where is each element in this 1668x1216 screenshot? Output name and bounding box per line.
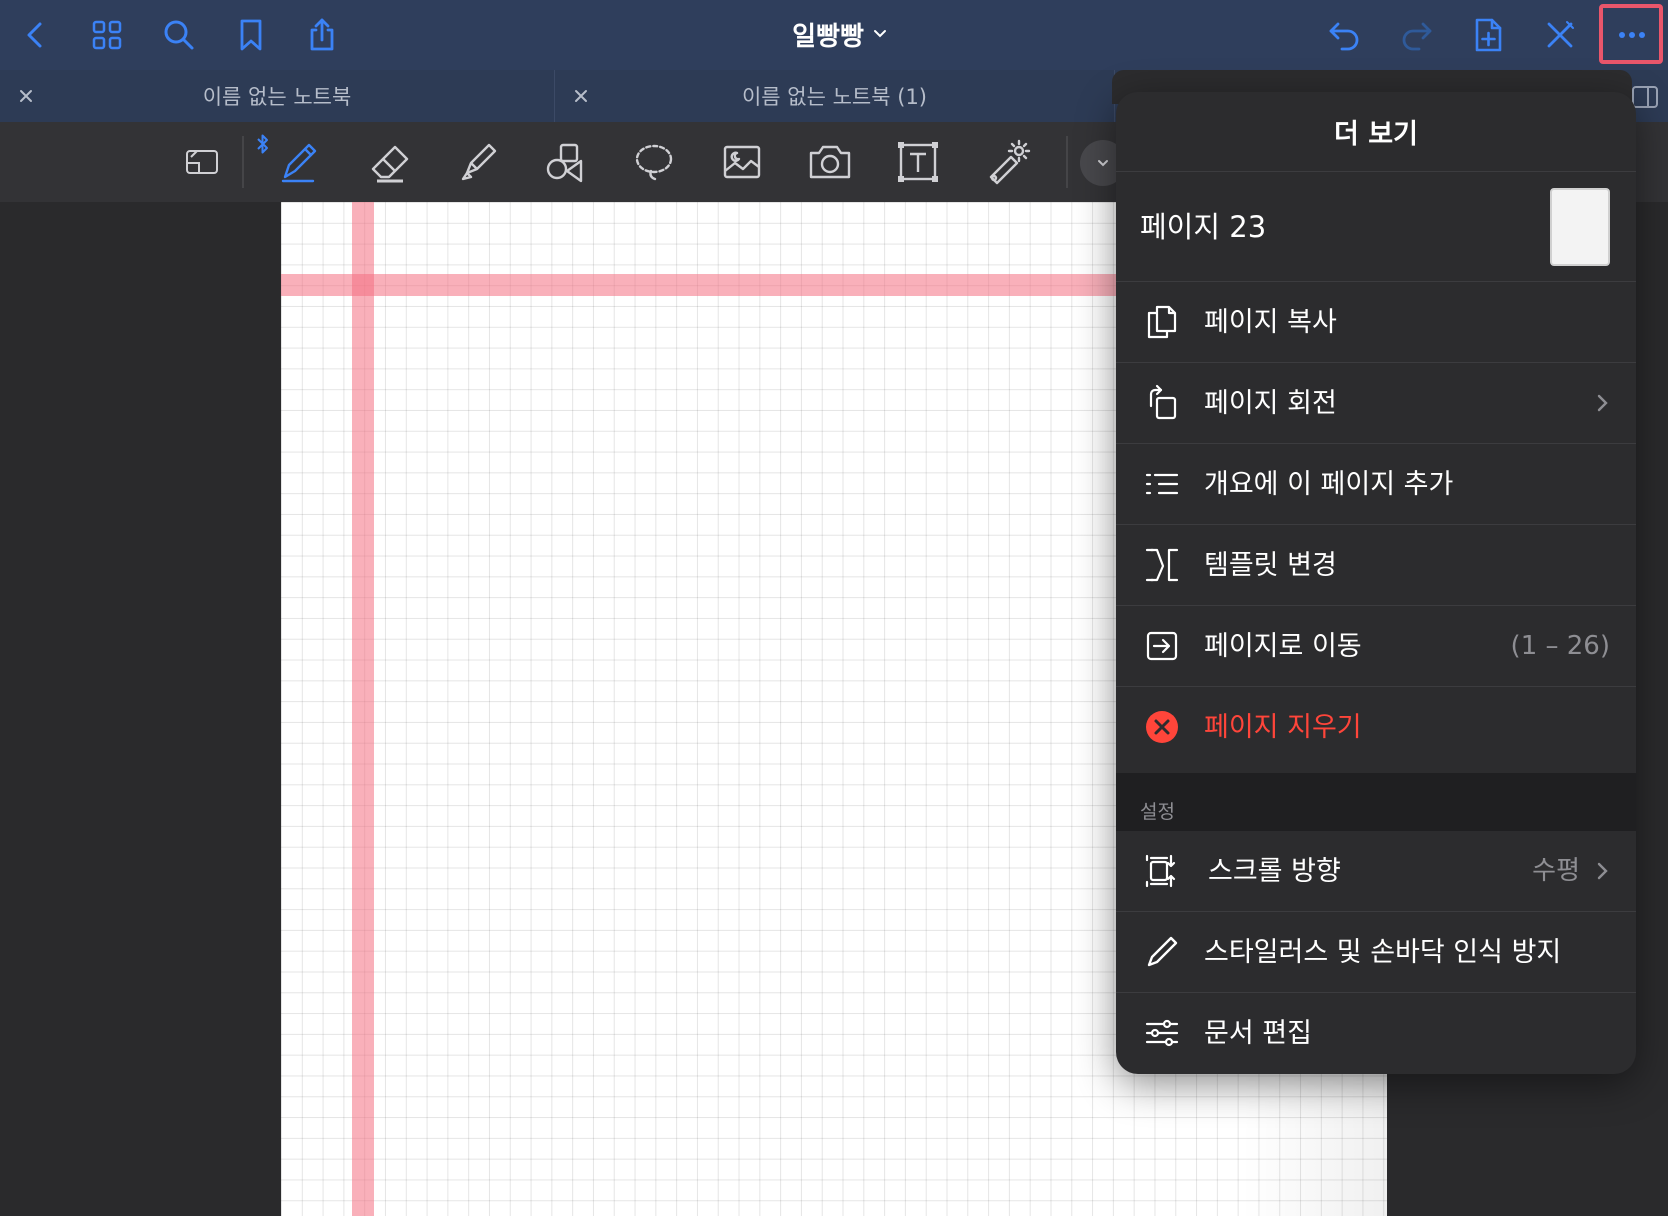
image-icon[interactable] xyxy=(712,134,772,190)
highlighter-icon[interactable] xyxy=(448,134,508,190)
menu-item-delete-page[interactable]: 페이지 지우기 xyxy=(1116,687,1636,768)
menu-item-stylus-palm-rejection[interactable]: 스타일러스 및 손바닥 인식 방지 xyxy=(1116,912,1636,993)
delete-page-icon xyxy=(1142,707,1182,747)
rotate-page-icon xyxy=(1142,383,1182,423)
stylus-icon xyxy=(1142,932,1182,972)
grid-icon[interactable] xyxy=(82,10,132,60)
chevron-down-icon xyxy=(1098,160,1108,167)
tab-label: 이름 없는 노트북 xyxy=(202,85,352,109)
menu-item-label: 개요에 이 페이지 추가 xyxy=(1204,469,1454,500)
sliders-icon xyxy=(1142,1013,1182,1053)
add-page-icon[interactable] xyxy=(1463,10,1513,60)
laser-pointer-icon[interactable] xyxy=(976,134,1036,190)
menu-item-rotate-page[interactable]: 페이지 회전 xyxy=(1116,363,1636,444)
chevron-right-icon xyxy=(1597,394,1608,412)
menu-item-label: 페이지 회전 xyxy=(1204,388,1337,419)
menu-item-scroll-direction[interactable]: 스크롤 방향 수평 xyxy=(1116,831,1636,912)
menu-item-label: 스타일러스 및 손바닥 인식 방지 xyxy=(1204,937,1562,968)
text-icon[interactable] xyxy=(888,134,948,190)
back-icon[interactable] xyxy=(10,10,60,60)
popover-title: 더 보기 xyxy=(1116,92,1636,172)
tab-notebook-2[interactable]: 이름 없는 노트북 (1) xyxy=(555,70,1115,122)
menu-item-go-to-page[interactable]: 페이지로 이동 (1 – 26) xyxy=(1116,606,1636,687)
bookmark-icon[interactable] xyxy=(226,10,276,60)
template-icon xyxy=(1142,545,1182,585)
menu-item-add-to-outline[interactable]: 개요에 이 페이지 추가 xyxy=(1116,444,1636,525)
shapes-icon[interactable] xyxy=(536,134,596,190)
close-icon[interactable] xyxy=(14,84,38,108)
settings-section-header: 설정 xyxy=(1116,773,1636,831)
page-thumbnail xyxy=(1550,188,1610,266)
share-icon[interactable] xyxy=(297,10,347,60)
eraser-icon[interactable] xyxy=(360,134,420,190)
scroll-direction-value: 수평 xyxy=(1532,856,1580,886)
undo-icon[interactable] xyxy=(1320,10,1370,60)
pen-icon[interactable] xyxy=(268,134,328,190)
page-range-detail: (1 – 26) xyxy=(1510,631,1610,661)
zoom-window-icon[interactable] xyxy=(172,134,232,190)
menu-item-change-template[interactable]: 템플릿 변경 xyxy=(1116,525,1636,606)
tab-notebook-1[interactable]: 이름 없는 노트북 xyxy=(0,70,555,122)
menu-item-label: 템플릿 변경 xyxy=(1204,550,1337,581)
scroll-direction-icon xyxy=(1142,851,1182,891)
top-navigation-bar: 일빵빵 xyxy=(0,0,1668,70)
current-page-header: 페이지 23 xyxy=(1116,172,1636,282)
go-to-page-icon xyxy=(1142,626,1182,666)
settings-section-label: 설정 xyxy=(1140,801,1175,823)
menu-item-label: 문서 편집 xyxy=(1204,1018,1312,1049)
outline-list-icon xyxy=(1142,464,1182,504)
close-icon[interactable] xyxy=(569,84,593,108)
close-toolbar-icon[interactable] xyxy=(1535,10,1585,60)
menu-item-label: 스크롤 방향 xyxy=(1208,856,1341,887)
search-icon[interactable] xyxy=(154,10,204,60)
chevron-right-icon xyxy=(1597,862,1608,880)
menu-item-copy-page[interactable]: 페이지 복사 xyxy=(1116,282,1636,363)
document-title[interactable]: 일빵빵 xyxy=(760,14,920,54)
chevron-down-icon xyxy=(873,30,886,38)
current-page-label: 페이지 23 xyxy=(1140,210,1267,244)
more-menu-popover: 더 보기 페이지 23 페이지 복사 페이지 회전 개요에 이 페이지 추가 템… xyxy=(1116,92,1636,1074)
lasso-icon[interactable] xyxy=(624,134,684,190)
menu-item-label: 페이지 지우기 xyxy=(1204,712,1362,743)
camera-icon[interactable] xyxy=(800,134,860,190)
menu-item-edit-document[interactable]: 문서 편집 xyxy=(1116,993,1636,1074)
menu-item-label: 페이지로 이동 xyxy=(1204,631,1362,662)
document-title-label: 일빵빵 xyxy=(792,21,864,52)
tab-label: 이름 없는 노트북 (1) xyxy=(741,85,927,109)
page-margin-vertical xyxy=(352,202,374,1216)
more-button-highlight xyxy=(1599,4,1663,64)
copy-page-icon xyxy=(1142,302,1182,342)
menu-item-label: 페이지 복사 xyxy=(1204,307,1337,338)
redo-icon[interactable] xyxy=(1391,10,1441,60)
